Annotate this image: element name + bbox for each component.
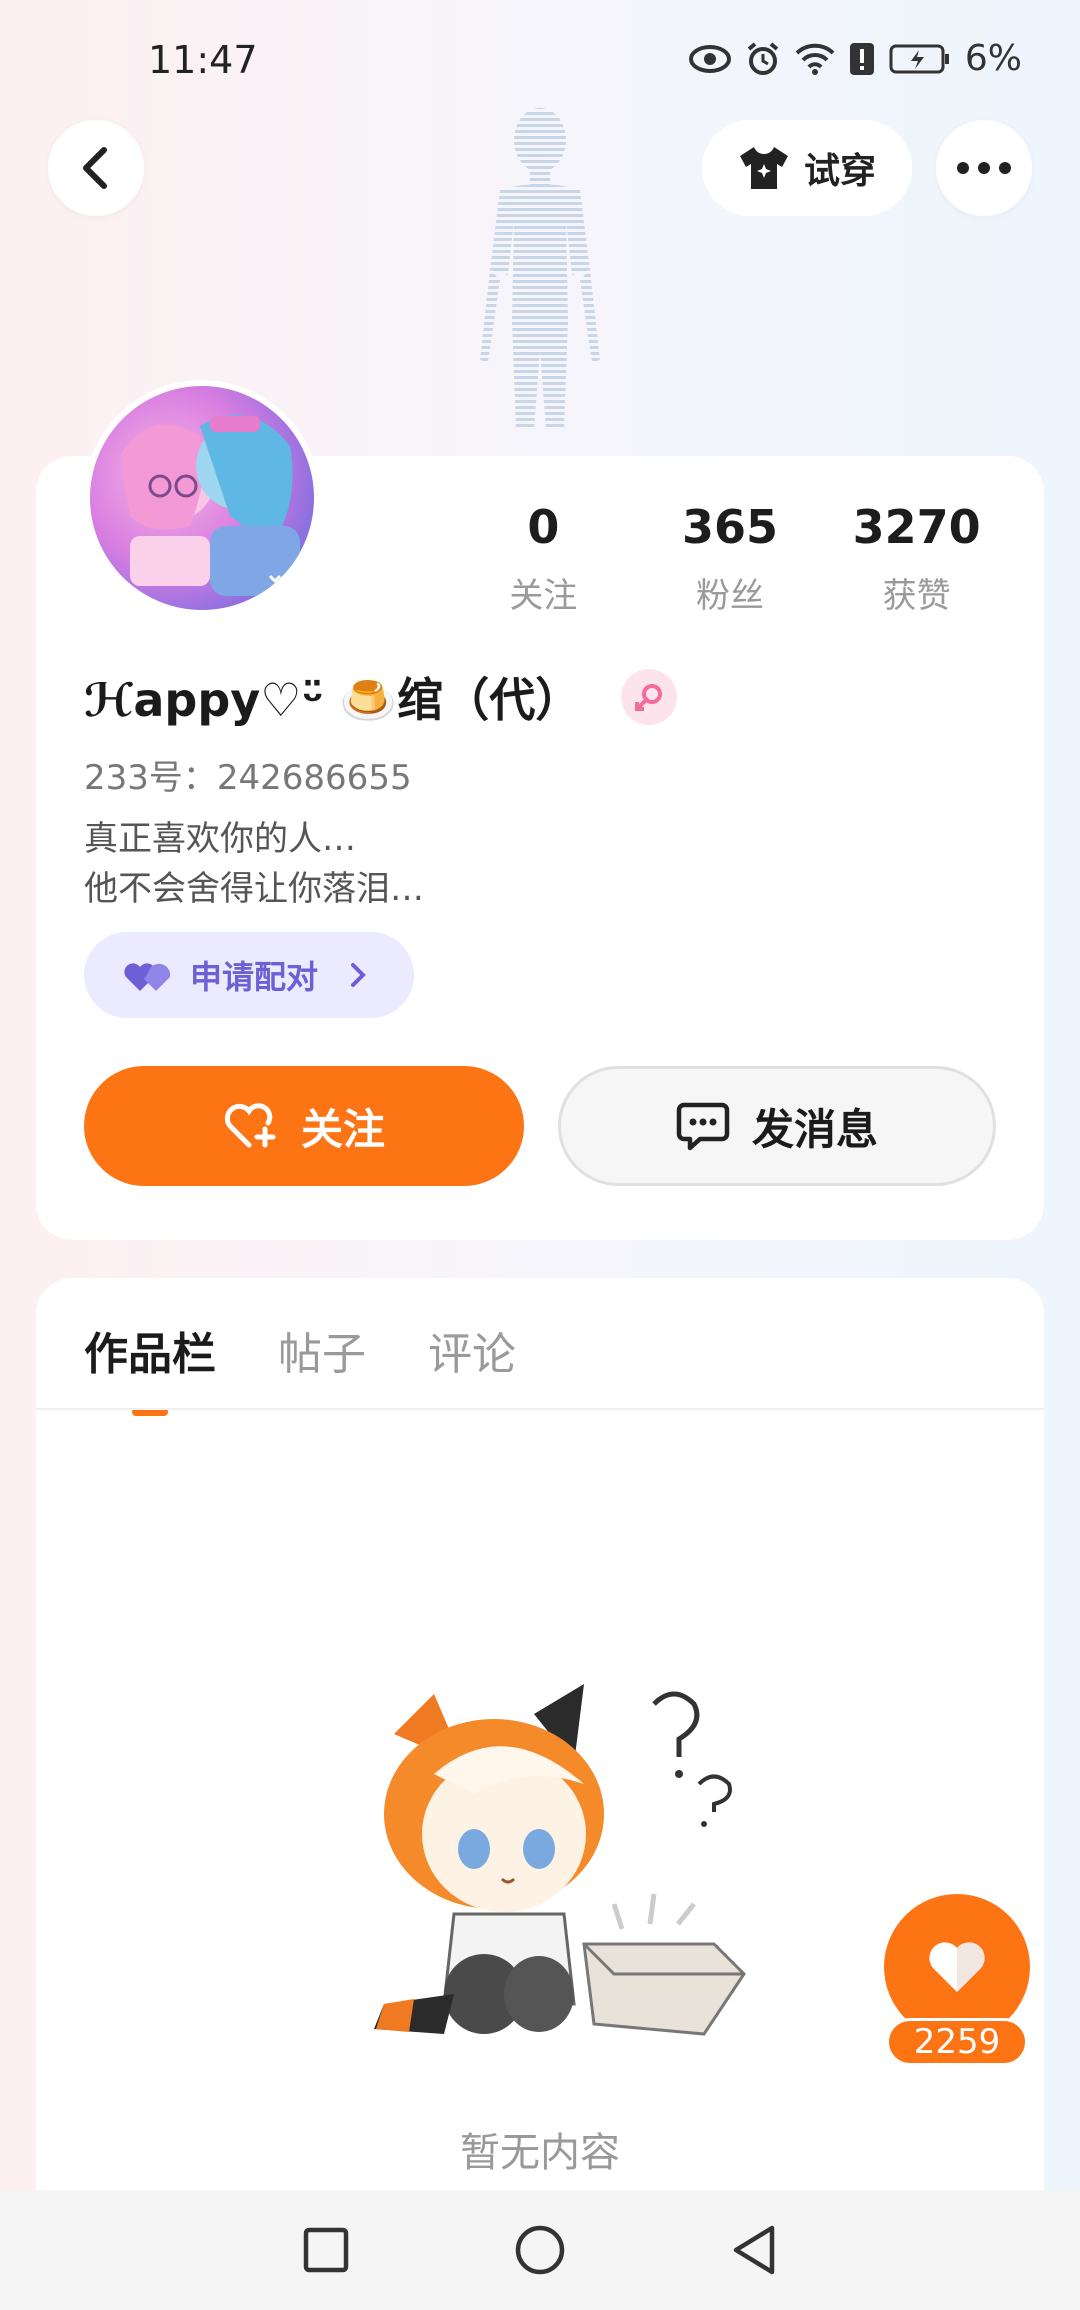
more-button[interactable] — [936, 120, 1032, 216]
stat-label: 关注 — [509, 576, 578, 616]
female-gender-icon — [621, 669, 678, 725]
virtual-avatar-figure[interactable] — [440, 100, 640, 460]
profile-tabs: 作品栏 帖子 评论 — [84, 1318, 516, 1416]
tab-label: 评论 — [428, 1329, 516, 1380]
stat-likes[interactable]: 3270 获赞 — [823, 500, 1010, 617]
eye-icon — [688, 44, 731, 73]
heart-icon — [929, 1942, 985, 1992]
heart-plus-icon — [224, 1103, 276, 1148]
stat-value: 365 — [681, 500, 779, 554]
bio-line: 他不会舍得让你落泪… — [84, 869, 424, 909]
stat-label: 获赞 — [882, 576, 951, 616]
tab-posts[interactable]: 帖子 — [278, 1318, 366, 1382]
stat-value: 3270 — [852, 500, 981, 554]
stat-label: 粉丝 — [696, 576, 764, 616]
status-icons: 6% — [688, 38, 1022, 79]
like-count: 2259 — [886, 2018, 1028, 2066]
user-id: 233号：242686655 — [84, 758, 412, 798]
battery-percent: 6% — [964, 38, 1022, 79]
back-triangle-icon[interactable] — [730, 2224, 778, 2276]
chevron-right-icon — [351, 963, 366, 987]
more-dots-icon — [957, 162, 1011, 174]
system-nav-bar — [0, 2190, 1080, 2310]
double-heart-icon — [124, 963, 171, 991]
empty-state-illustration — [374, 1684, 746, 2036]
alert-icon — [849, 42, 874, 75]
avatar[interactable] — [84, 380, 320, 616]
follow-label: 关注 — [300, 1104, 385, 1154]
nickname: ℋappy♡ᵕ̈ 🍮绾（代） — [84, 673, 582, 727]
tab-label: 作品栏 — [84, 1329, 216, 1380]
tab-works[interactable]: 作品栏 — [84, 1318, 216, 1416]
tab-label: 帖子 — [278, 1329, 366, 1380]
chevron-left-icon — [83, 147, 107, 189]
try-on-button[interactable]: 试穿 — [702, 120, 912, 216]
tab-comments[interactable]: 评论 — [428, 1318, 516, 1382]
bio: 真正喜欢你的人… 他不会舍得让你落泪… — [84, 814, 424, 914]
status-time: 11:47 — [148, 38, 258, 82]
like-fab[interactable]: 2259 — [884, 1894, 1030, 2074]
send-message-label: 发消息 — [751, 1104, 878, 1154]
try-on-label: 试穿 — [803, 151, 876, 192]
follow-button[interactable]: 关注 — [84, 1066, 524, 1186]
stat-value: 0 — [527, 500, 560, 554]
back-button[interactable] — [48, 120, 144, 216]
battery-icon — [889, 44, 949, 73]
apply-pair-button[interactable]: 申请配对 — [84, 932, 414, 1018]
apply-pair-label: 申请配对 — [190, 958, 319, 996]
home-circle-icon[interactable] — [514, 2224, 566, 2276]
bio-line: 真正喜欢你的人… — [84, 819, 356, 859]
recents-square-icon[interactable] — [302, 2226, 350, 2274]
avatar-artwork — [108, 414, 300, 596]
profile-stats: 0 关注 365 粉丝 3270 获赞 — [450, 500, 1010, 617]
nickname-row: ℋappy♡ᵕ̈ 🍮绾（代） — [84, 664, 678, 730]
empty-state-text: 暂无内容 — [460, 2130, 620, 2176]
send-message-button[interactable]: 发消息 — [558, 1066, 996, 1186]
wifi-icon — [795, 43, 835, 75]
stat-following[interactable]: 0 关注 — [450, 500, 637, 617]
chat-bubble-icon — [676, 1102, 730, 1151]
stat-followers[interactable]: 365 粉丝 — [637, 500, 824, 617]
tshirt-icon — [739, 147, 788, 189]
alarm-icon — [747, 41, 779, 75]
tabs-divider — [36, 1408, 1044, 1410]
